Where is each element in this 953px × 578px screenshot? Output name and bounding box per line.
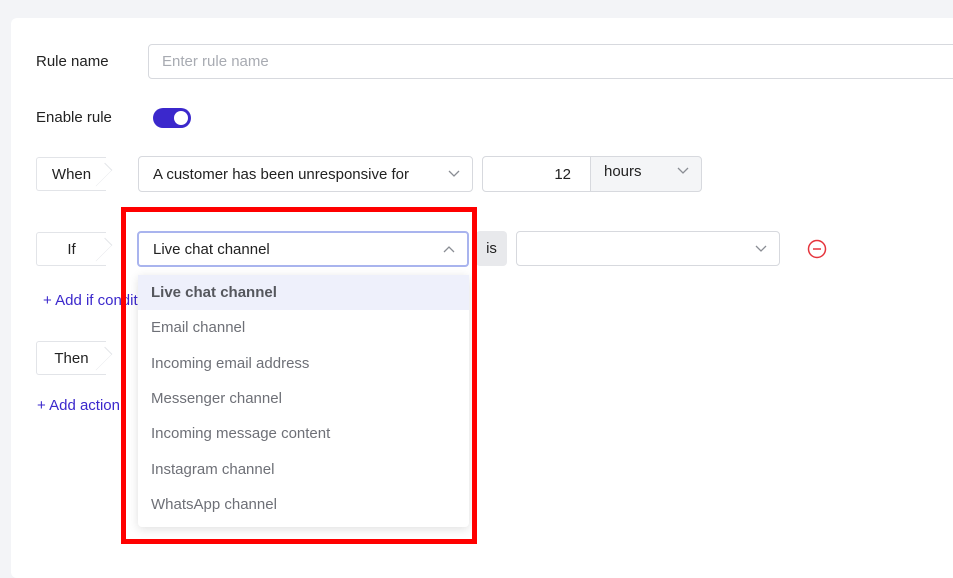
condition-field-select[interactable]: Live chat channel — [137, 231, 469, 267]
trigger-select-value: A customer has been unresponsive for — [153, 165, 409, 183]
condition-value-select[interactable] — [516, 231, 780, 266]
if-tag: If — [36, 232, 106, 266]
trigger-select[interactable]: A customer has been unresponsive for — [138, 156, 473, 192]
when-tag: When — [36, 157, 106, 191]
dropdown-option-messenger[interactable]: Messenger channel — [138, 381, 469, 416]
chevron-down-icon — [755, 245, 767, 252]
rule-name-label: Rule name — [36, 53, 109, 70]
add-action-link[interactable]: + Add action — [37, 397, 120, 414]
operator-label: is — [486, 240, 497, 257]
dropdown-option-instagram[interactable]: Instagram channel — [138, 451, 469, 486]
then-tag-label: Then — [54, 349, 89, 367]
condition-field-dropdown: Live chat channel Email channel Incoming… — [138, 275, 469, 527]
duration-amount-input[interactable]: 12 — [482, 156, 591, 192]
dropdown-option-incoming-message-content[interactable]: Incoming message content — [138, 416, 469, 451]
duration-unit-value: hours — [604, 163, 642, 180]
condition-field-value: Live chat channel — [153, 240, 270, 258]
when-tag-label: When — [51, 165, 92, 183]
then-tag: Then — [36, 341, 106, 375]
rule-name-input[interactable] — [148, 44, 953, 79]
dropdown-option-live-chat[interactable]: Live chat channel — [138, 275, 469, 311]
enable-rule-toggle[interactable] — [153, 108, 191, 128]
remove-condition-icon[interactable] — [807, 239, 827, 259]
dropdown-option-incoming-email-address[interactable]: Incoming email address — [138, 346, 469, 381]
chevron-down-icon — [677, 167, 689, 174]
chevron-up-icon — [443, 246, 455, 253]
duration-amount-value: 12 — [554, 165, 571, 183]
chevron-down-icon — [448, 170, 460, 177]
duration-unit-select[interactable]: hours — [590, 156, 702, 192]
if-tag-label: If — [67, 240, 76, 258]
dropdown-option-email[interactable]: Email channel — [138, 310, 469, 345]
operator-badge: is — [476, 231, 507, 266]
toggle-knob — [174, 111, 188, 125]
enable-rule-label: Enable rule — [36, 109, 112, 126]
dropdown-option-whatsapp[interactable]: WhatsApp channel — [138, 487, 469, 522]
